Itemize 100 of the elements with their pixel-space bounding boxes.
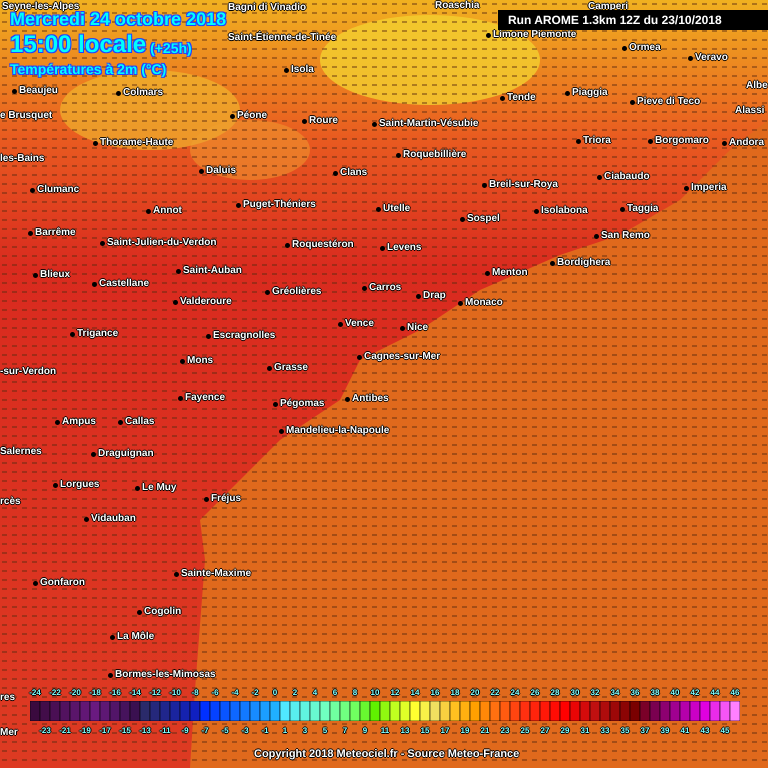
town-label: Roquestéron: [292, 238, 354, 252]
scale-label: -6: [211, 688, 219, 698]
town-label: Cagnes-sur-Mer: [364, 350, 440, 364]
town-label: Lorgues: [60, 478, 100, 492]
town-label: Utelle: [383, 202, 410, 216]
scale-label: 12: [390, 688, 400, 698]
town-label: Triora: [583, 134, 611, 148]
town-label: Ormea: [629, 41, 661, 55]
town-label: Borgomaro: [655, 134, 709, 148]
town-label: Seyne-les-Alpes: [2, 0, 80, 12]
town-label: Daluis: [206, 164, 236, 178]
town-label: Pieve di Teco: [637, 95, 700, 109]
scale-label: 2: [292, 688, 298, 698]
scale-label: -14: [129, 688, 141, 698]
town-label: Colmars: [123, 86, 164, 100]
town-label: Grasse: [274, 361, 308, 375]
scale-label: 0: [272, 688, 278, 698]
town-label: Drap: [423, 289, 446, 303]
town-label: Trigance: [77, 327, 118, 341]
scale-label: 29: [560, 726, 570, 736]
scale-label: -20: [69, 688, 81, 698]
scale-label: 9: [362, 726, 368, 736]
scale-label: -11: [159, 726, 171, 736]
town-label: Clans: [340, 166, 368, 180]
scale-label: 8: [352, 688, 358, 698]
scale-label: 4: [312, 688, 318, 698]
town-label: Ampus: [62, 415, 96, 429]
scale-label: 43: [700, 726, 710, 736]
town-label: Péone: [237, 109, 268, 123]
scale-label: 5: [322, 726, 328, 736]
scale-label: 16: [430, 688, 440, 698]
town-label: Valderoure: [180, 295, 232, 309]
town-label: Blieux: [40, 268, 70, 282]
town-label: Antibes: [352, 392, 389, 406]
town-label: Cogolin: [144, 605, 182, 619]
town-label: Fayence: [185, 391, 226, 405]
town-label: -sur-Verdon: [0, 365, 56, 379]
scale-label: 35: [620, 726, 630, 736]
scale-label: 18: [450, 688, 460, 698]
scale-label: 24: [510, 688, 520, 698]
scale-label: -12: [149, 688, 161, 698]
scale-label: 45: [720, 726, 730, 736]
scale-label: 38: [650, 688, 660, 698]
scale-label: 44: [710, 688, 720, 698]
scale-label: 22: [490, 688, 500, 698]
town-label: Sospel: [467, 212, 500, 226]
scale-label: -8: [191, 688, 199, 698]
scale-label: 28: [550, 688, 560, 698]
town-label: San Remo: [601, 229, 650, 243]
town-label: Saint-Étienne-de-Tinée: [228, 31, 336, 45]
town-label: Menton: [492, 266, 528, 280]
town-label: Tende: [507, 91, 536, 105]
scale-label: 37: [640, 726, 650, 736]
scale-label: -3: [241, 726, 249, 736]
town-label: Monaco: [465, 296, 503, 310]
scale-label: 19: [460, 726, 470, 736]
scale-label: -9: [181, 726, 189, 736]
scale-label: -15: [119, 726, 131, 736]
scale-label: 6: [332, 688, 338, 698]
scale-label: -4: [231, 688, 239, 698]
town-label: Castellane: [99, 277, 150, 291]
scale-label: -24: [29, 688, 41, 698]
scale-label: -23: [39, 726, 51, 736]
town-label: Albe: [746, 79, 768, 93]
scale-label: -17: [99, 726, 111, 736]
town-label: Gréolières: [272, 285, 322, 299]
town-label: Vidauban: [91, 512, 136, 526]
town-label: Bagni di Vinadio: [228, 1, 306, 15]
scale-label: 17: [440, 726, 450, 736]
town-label: Limone Piemonte: [493, 28, 576, 42]
run-label: Run AROME 1.3km 12Z du 23/10/2018: [498, 10, 768, 30]
scale-label: 42: [690, 688, 700, 698]
scale-label: -22: [49, 688, 61, 698]
town-label: Mandelieu-la-Napoule: [286, 424, 390, 438]
scale-label: -13: [139, 726, 151, 736]
scale-label: 30: [570, 688, 580, 698]
scale-label: -19: [79, 726, 91, 736]
scale-label: 26: [530, 688, 540, 698]
scale-label: 3: [302, 726, 308, 736]
town-label: Bormes-les-Mimosas: [115, 668, 216, 682]
town-label: Fréjus: [211, 492, 242, 506]
scale-label: -1: [261, 726, 269, 736]
town-label: Roure: [309, 114, 338, 128]
town-label: Alassi: [735, 104, 764, 118]
town-label: Salernes: [0, 445, 42, 459]
town-label: Roaschia: [435, 0, 480, 13]
town-label: Gonfaron: [40, 576, 85, 590]
variable-title: Températures à 2m (°C): [10, 60, 168, 78]
scale-label: 11: [380, 726, 390, 736]
town-label: Thorame-Haute: [100, 136, 174, 150]
town-label: Escragnolles: [213, 329, 276, 343]
town-label: Callas: [125, 415, 154, 429]
town-label: Mons: [187, 354, 214, 368]
scale-label: 10: [370, 688, 380, 698]
scale-label: 21: [480, 726, 490, 736]
town-label: Veravo: [695, 51, 728, 65]
scale-label: -10: [169, 688, 181, 698]
town-label: Bordighera: [557, 256, 610, 270]
town-label: Taggia: [627, 202, 658, 216]
town-label: e Brusquet: [0, 109, 52, 123]
